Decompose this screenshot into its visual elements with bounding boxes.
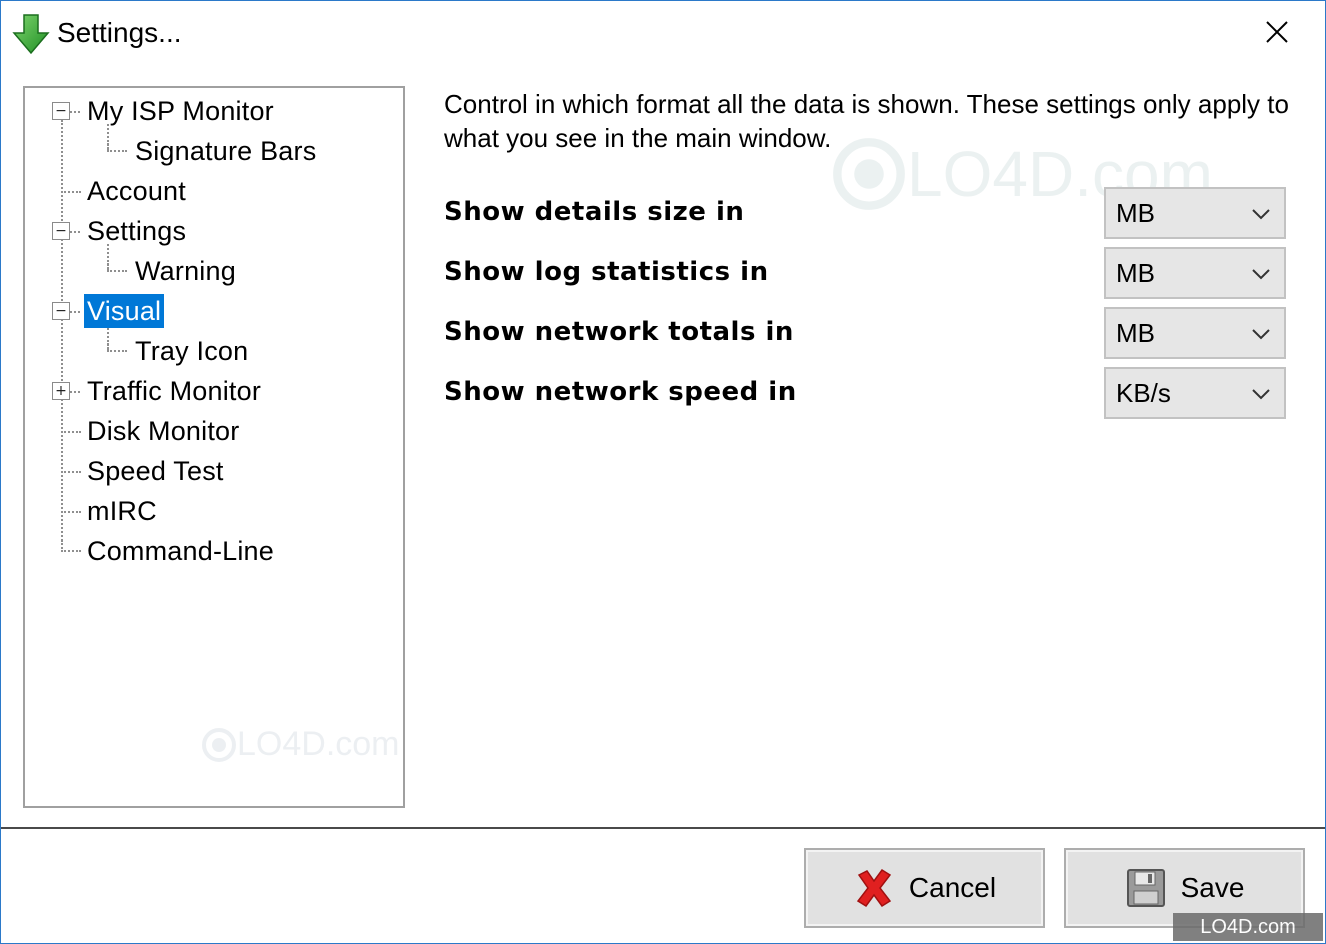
watermark-text: LO4D.com xyxy=(237,725,400,763)
tree-line xyxy=(107,340,127,352)
tree-item-settings[interactable]: Settings xyxy=(84,214,189,248)
network-speed-unit-select[interactable]: KB/s xyxy=(1104,367,1286,419)
tree-line xyxy=(61,191,81,193)
setting-row-log-statistics: Show log statistics in MB xyxy=(444,247,1286,299)
settings-tree: − − − + My ISP Monitor Signature Bars Ac… xyxy=(25,88,403,806)
setting-label: Show network totals in xyxy=(444,317,794,347)
tree-line xyxy=(70,391,80,393)
tree-line xyxy=(107,140,127,152)
select-value: MB xyxy=(1116,257,1155,288)
tree-item-label: Tray Icon xyxy=(135,336,249,366)
tree-item-label: Warning xyxy=(135,256,236,286)
tree-line xyxy=(70,111,80,113)
expand-toggle-traffic-monitor[interactable]: + xyxy=(52,382,70,400)
network-totals-unit-select[interactable]: MB xyxy=(1104,307,1286,359)
chevron-down-icon xyxy=(1252,209,1270,220)
select-value: MB xyxy=(1116,197,1155,228)
tree-item-mirc[interactable]: mIRC xyxy=(84,494,160,528)
footer-divider xyxy=(1,827,1325,829)
tree-item-label: Speed Test xyxy=(87,456,224,486)
tree-item-command-line[interactable]: Command-Line xyxy=(84,534,277,568)
visual-settings-description: Control in which format all the data is … xyxy=(444,89,1289,153)
watermark-logo: LO4D.com xyxy=(201,725,400,764)
collapse-toggle-visual[interactable]: − xyxy=(52,302,70,320)
tree-item-visual[interactable]: Visual xyxy=(84,294,165,328)
tree-item-label: Settings xyxy=(87,216,187,246)
collapse-toggle-my-isp-monitor[interactable]: − xyxy=(52,102,70,120)
cancel-button[interactable]: Cancel xyxy=(804,848,1045,928)
chevron-down-icon xyxy=(1252,389,1270,400)
title-bar: Settings... xyxy=(1,1,1325,69)
log-statistics-unit-select[interactable]: MB xyxy=(1104,247,1286,299)
setting-row-details-size: Show details size in MB xyxy=(444,187,1286,239)
setting-row-network-speed: Show network speed in KB/s xyxy=(444,367,1286,419)
setting-label: Show details size in xyxy=(444,197,745,227)
tree-item-my-isp-monitor[interactable]: My ISP Monitor xyxy=(84,94,277,128)
tree-line xyxy=(61,120,63,552)
close-button[interactable] xyxy=(1229,1,1325,63)
tree-item-label: Account xyxy=(87,176,186,206)
tree-line xyxy=(70,311,80,313)
tree-line xyxy=(61,511,81,513)
tree-item-tray-icon[interactable]: Tray Icon xyxy=(132,334,251,368)
tree-line xyxy=(70,231,80,233)
download-arrow-icon xyxy=(12,14,50,55)
save-button-label: Save xyxy=(1180,872,1245,903)
chevron-down-icon xyxy=(1252,269,1270,280)
details-size-unit-select[interactable]: MB xyxy=(1104,187,1286,239)
tree-line xyxy=(61,471,81,473)
settings-tree-panel: − − − + My ISP Monitor Signature Bars Ac… xyxy=(23,86,405,808)
tree-item-label: My ISP Monitor xyxy=(87,96,274,126)
collapse-toggle-settings[interactable]: − xyxy=(52,222,70,240)
setting-label: Show log statistics in xyxy=(444,257,769,287)
window-title: Settings... xyxy=(57,17,182,48)
tree-item-label: Disk Monitor xyxy=(87,416,240,446)
tree-item-traffic-monitor[interactable]: Traffic Monitor xyxy=(84,374,264,408)
tree-item-label: Visual xyxy=(84,294,165,328)
tree-line xyxy=(61,431,81,433)
tree-item-label: mIRC xyxy=(87,496,157,526)
tree-item-speed-test[interactable]: Speed Test xyxy=(84,454,227,488)
red-x-icon xyxy=(856,868,892,908)
select-value: MB xyxy=(1116,317,1155,348)
chevron-down-icon xyxy=(1252,329,1270,340)
cancel-button-label: Cancel xyxy=(908,872,997,903)
tree-item-label: Signature Bars xyxy=(135,136,317,166)
tree-item-label: Command-Line xyxy=(87,536,274,566)
setting-label: Show network speed in xyxy=(444,377,797,407)
tree-item-label: Traffic Monitor xyxy=(87,376,262,406)
tree-line xyxy=(61,540,81,552)
tree-line xyxy=(107,260,127,272)
tree-item-account[interactable]: Account xyxy=(84,174,189,208)
setting-row-network-totals: Show network totals in MB xyxy=(444,307,1286,359)
corner-watermark: LO4D.com xyxy=(1173,913,1323,941)
floppy-disk-icon xyxy=(1126,869,1165,907)
lo4d-logo-icon xyxy=(202,727,236,762)
watermark-text: LO4D.com xyxy=(1200,915,1296,938)
tree-item-disk-monitor[interactable]: Disk Monitor xyxy=(84,414,242,448)
tree-item-signature-bars[interactable]: Signature Bars xyxy=(132,134,319,168)
settings-window: Settings... − − − + My ISP Monitor Signa… xyxy=(0,0,1326,944)
select-value: KB/s xyxy=(1116,377,1171,408)
close-icon xyxy=(1266,21,1288,43)
tree-item-warning[interactable]: Warning xyxy=(132,254,239,288)
